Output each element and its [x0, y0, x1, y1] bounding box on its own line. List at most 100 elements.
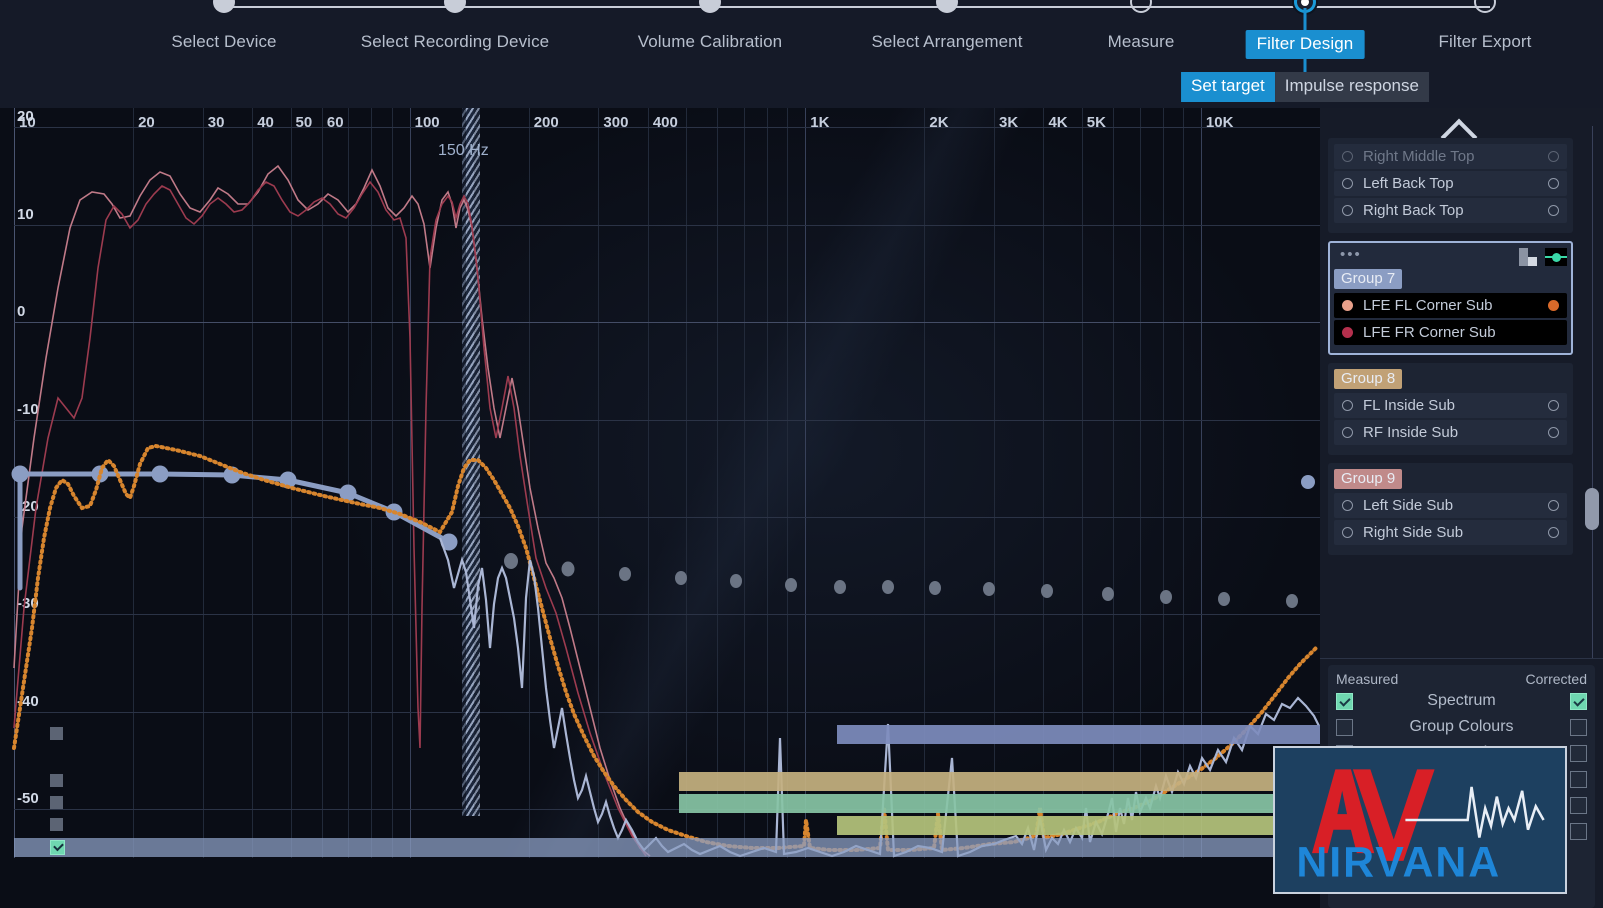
display-option-label-group-colours: Group Colours — [1409, 718, 1514, 735]
speaker-group-card[interactable]: Right Middle Top Left Back Top Right Back … — [1328, 138, 1573, 233]
group-band-checkbox-on[interactable] — [50, 840, 65, 855]
legend-col-corrected: Corrected — [1525, 671, 1587, 687]
checkbox-corrected-spectrum[interactable] — [1570, 692, 1587, 710]
wizard-step-select-device[interactable]: Select Device — [171, 32, 276, 52]
group-band-group-7[interactable] — [679, 794, 1320, 813]
speaker-status-dot-right[interactable] — [1548, 327, 1559, 338]
group-band-group-6[interactable] — [836, 816, 1320, 835]
wizard-node-select-arrangement[interactable] — [936, 0, 958, 13]
sidebar-scrollbar-thumb[interactable] — [1585, 488, 1599, 530]
display-option-label-spectrum: Spectrum — [1427, 692, 1496, 709]
group-tag-group-9[interactable]: Group 9 — [1334, 469, 1403, 489]
group-tag-row: Group 8 — [1334, 369, 1567, 393]
speaker-status-ring-right[interactable] — [1548, 500, 1559, 511]
wizard-node-select-recording-device[interactable] — [444, 0, 466, 13]
more-options-icon[interactable]: ••• — [1340, 247, 1362, 262]
sidebar-scrollbar-track[interactable] — [1592, 126, 1593, 694]
speaker-status-ring-left[interactable] — [1342, 400, 1353, 411]
speaker-row[interactable]: RF Inside Sub — [1334, 420, 1567, 445]
checkbox-corrected-group-colours[interactable] — [1570, 718, 1587, 736]
speaker-label-wrap: Right Middle Top — [1363, 148, 1548, 166]
wizard-step-volume-calibration[interactable]: Volume Calibration — [638, 32, 783, 52]
frequency-response-chart[interactable]: 1020304050601002003004001K2K3K4K5K10K20K… — [0, 108, 1320, 858]
wizard-header: Select Device Select Recording Device Volu… — [0, 0, 1603, 108]
speaker-row[interactable]: Left Back Top — [1334, 171, 1567, 196]
wizard-node-measure[interactable] — [1130, 0, 1152, 13]
speaker-group-card-group-9[interactable]: Group 9 Left Side Sub Right Side Sub — [1328, 463, 1573, 555]
wizard-step-measure[interactable]: Measure — [1108, 32, 1175, 52]
speaker-status-ring-right[interactable] — [1548, 151, 1559, 162]
speaker-label-wrap: Right Back Top — [1363, 202, 1548, 220]
speaker-group-list[interactable]: Right Middle Top Left Back Top Right Back … — [1328, 138, 1573, 698]
target-handles — [11, 465, 1315, 551]
group-band-handle[interactable] — [50, 774, 63, 787]
speaker-status-ring-right[interactable] — [1548, 527, 1559, 538]
checkbox-corrected-spread[interactable] — [1570, 744, 1587, 762]
av-nirvana-logo-svg: NIRVANA — [1296, 769, 1545, 886]
legend-col-measured: Measured — [1336, 671, 1399, 687]
speaker-status-ring-left[interactable] — [1342, 151, 1353, 162]
checkbox-measured-spectrum[interactable] — [1336, 692, 1353, 710]
checkbox-corrected-curtains[interactable] — [1570, 796, 1587, 814]
speaker-group-card-group-7[interactable]: ••• Group 7 LFE FL Corner Sub LFE FR Corner… — [1328, 241, 1573, 355]
group-band-handle[interactable] — [50, 818, 63, 831]
speaker-row[interactable]: LFE FL Corner Sub — [1334, 293, 1567, 318]
group-band-group-5[interactable] — [14, 838, 1320, 857]
checkbox-measured-group-colours[interactable] — [1336, 718, 1353, 736]
group-band-handle[interactable] — [50, 796, 63, 809]
display-option-row: Group Colours — [1336, 715, 1587, 739]
speaker-status-ring-left[interactable] — [1342, 427, 1353, 438]
wizard-node-select-device[interactable] — [213, 0, 235, 13]
speaker-label: LFE FR Corner Sub — [1363, 323, 1496, 341]
speaker-group-card-group-8[interactable]: Group 8 FL Inside Sub RF Inside Sub — [1328, 363, 1573, 455]
app-root: Select Device Select Recording Device Volu… — [0, 0, 1603, 908]
speaker-status-ring-left[interactable] — [1342, 527, 1353, 538]
speaker-status-ring-left[interactable] — [1342, 500, 1353, 511]
speaker-status-ring-left[interactable] — [1342, 205, 1353, 216]
speaker-label-wrap: Left Back Top — [1363, 175, 1548, 193]
group-tag-group-8[interactable]: Group 8 — [1334, 369, 1403, 389]
speaker-label: Right Back Top — [1363, 201, 1464, 219]
speaker-row[interactable]: Right Side Sub — [1334, 520, 1567, 545]
group-band-group-8[interactable] — [679, 772, 1320, 791]
display-option-row: Spectrum — [1336, 689, 1587, 713]
speaker-label: Right Middle Top — [1363, 147, 1475, 165]
speaker-row[interactable]: FL Inside Sub — [1334, 393, 1567, 418]
checkbox-corrected-target-curve[interactable] — [1570, 770, 1587, 788]
speaker-row[interactable]: Right Middle Top — [1334, 144, 1567, 169]
speaker-status-ring-right[interactable] — [1548, 205, 1559, 216]
wizard-step-filter-export[interactable]: Filter Export — [1439, 32, 1532, 52]
split-panes-icon[interactable] — [1519, 248, 1537, 266]
speaker-status-ring-right[interactable] — [1548, 178, 1559, 189]
speaker-label: LFE FL Corner Sub — [1363, 296, 1493, 314]
av-nirvana-watermark: NIRVANA — [1273, 746, 1567, 894]
speaker-status-dot-right[interactable] — [1548, 300, 1559, 311]
speaker-row[interactable]: LFE FR Corner Sub — [1334, 320, 1567, 345]
group-card-tools — [1334, 247, 1567, 267]
speaker-label-wrap: RF Inside Sub — [1363, 424, 1548, 442]
group-band-handle[interactable] — [50, 727, 63, 740]
subtab-set-target[interactable]: Set target — [1181, 72, 1275, 102]
curve-target — [17, 471, 452, 591]
wizard-step-select-recording-device[interactable]: Select Recording Device — [361, 32, 549, 52]
speaker-label-wrap: Left Side Sub — [1363, 497, 1548, 515]
group-tag-row: Group 9 — [1334, 469, 1567, 493]
speaker-status-ring-right[interactable] — [1548, 427, 1559, 438]
wizard-step-filter-design[interactable]: Filter Design — [1245, 30, 1365, 59]
speaker-row[interactable]: Left Side Sub — [1334, 493, 1567, 518]
group-tag-group-7[interactable]: Group 7 — [1334, 269, 1403, 289]
link-node-icon[interactable] — [1545, 248, 1567, 266]
checkbox-corrected-detected-range[interactable] — [1570, 822, 1587, 840]
group-band-group-9[interactable] — [836, 725, 1320, 744]
subtab-impulse-response[interactable]: Impulse response — [1274, 72, 1429, 102]
speaker-status-ring-left[interactable] — [1342, 178, 1353, 189]
wizard-node-volume-calibration[interactable] — [699, 0, 721, 13]
speaker-label: Left Side Sub — [1363, 496, 1454, 514]
wizard-node-filter-export[interactable] — [1474, 0, 1496, 13]
speaker-status-dot-left[interactable] — [1342, 300, 1353, 311]
speaker-row[interactable]: Right Back Top — [1334, 198, 1567, 223]
wizard-step-select-arrangement[interactable]: Select Arrangement — [871, 32, 1022, 52]
speaker-status-dot-left[interactable] — [1342, 327, 1353, 338]
svg-text:NIRVANA: NIRVANA — [1296, 838, 1501, 886]
speaker-status-ring-right[interactable] — [1548, 400, 1559, 411]
